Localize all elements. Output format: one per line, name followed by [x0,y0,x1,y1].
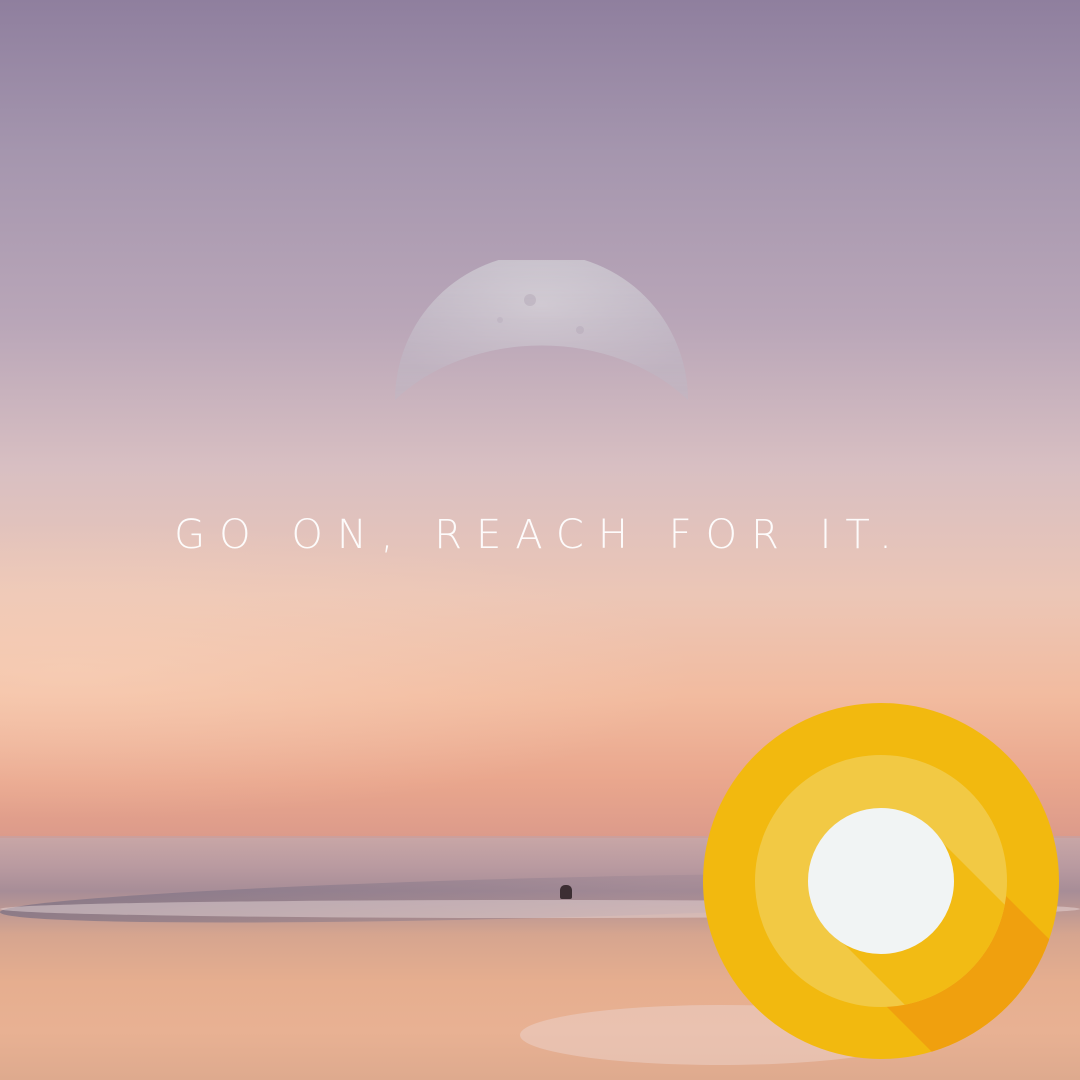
android-oreo-logo-icon [703,703,1059,1059]
sky-glow [0,520,700,820]
silhouette-figure [560,885,572,899]
wallpaper-scene: GO ON, REACH FOR IT. [0,0,1080,1080]
tagline-text: GO ON, REACH FOR IT. [174,512,906,558]
